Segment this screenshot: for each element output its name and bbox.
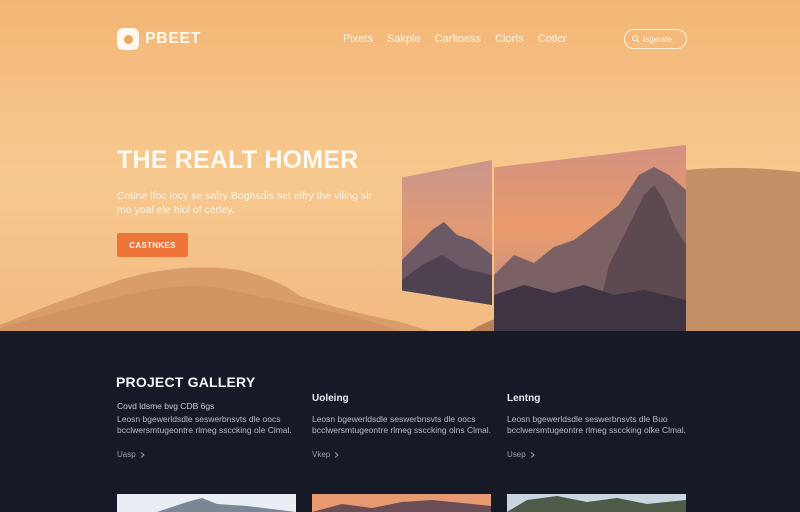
- nav-item-5[interactable]: Cotlcr: [538, 33, 567, 45]
- column-more-link[interactable]: Usep: [507, 450, 535, 459]
- hero-image-panel-right: [494, 145, 686, 331]
- chevron-right-icon: [140, 451, 145, 458]
- more-label: Usep: [507, 450, 526, 459]
- hero-section: PBEET Pixets Sakple Carltoess Clorts Cot…: [0, 0, 800, 331]
- column-body: Leosn bgewerldsdle seswerbnsvts dle oocs…: [117, 414, 292, 435]
- search-input[interactable]: Isgerate: [624, 29, 687, 49]
- brand-name: PBEET: [145, 30, 201, 47]
- gallery-thumbnail-2[interactable]: [312, 494, 491, 512]
- column-heading: Lentng: [507, 393, 541, 404]
- brand-logo[interactable]: PBEET: [117, 28, 201, 50]
- nav-item-1[interactable]: Pixets: [343, 33, 373, 45]
- gallery-title: PROJECT GALLERY: [116, 374, 256, 390]
- column-more-link[interactable]: Vkep: [312, 450, 340, 459]
- hero-image-panel-left: [402, 160, 492, 305]
- more-label: Vkep: [312, 450, 331, 459]
- chevron-right-icon: [334, 451, 340, 458]
- logo-mark-icon: [117, 28, 139, 50]
- column-meta: Covd ldsme bvg CDB 6gs: [117, 401, 215, 411]
- gallery-thumbnail-1[interactable]: [117, 494, 296, 512]
- column-more-link[interactable]: Uasp: [117, 450, 145, 459]
- nav-item-4[interactable]: Clorts: [495, 33, 524, 45]
- column-heading: Uoleing: [312, 393, 349, 404]
- chevron-right-icon: [530, 451, 535, 458]
- nav-item-3[interactable]: Carltoess: [435, 33, 481, 45]
- more-label: Uasp: [117, 450, 136, 459]
- hero-cta-button[interactable]: CASTNKES: [117, 233, 188, 257]
- column-body: Leosn bgewerldsdle seswerbnsvts dle Buo …: [507, 414, 687, 435]
- search-icon: [632, 35, 640, 43]
- column-body: Leosn bgewerldsdle seswerbnsvts dle oocs…: [312, 414, 492, 435]
- hero-title: THE REALT HOMER: [117, 146, 359, 174]
- gallery-thumbnail-3[interactable]: [507, 494, 686, 512]
- nav-item-2[interactable]: Sakple: [387, 33, 421, 45]
- search-placeholder: Isgerate: [643, 34, 672, 44]
- top-nav: Pixets Sakple Carltoess Clorts Cotlcr: [343, 33, 567, 45]
- hero-subtitle: Cotlne lfoc locy se safry Boghsdis set e…: [117, 190, 373, 216]
